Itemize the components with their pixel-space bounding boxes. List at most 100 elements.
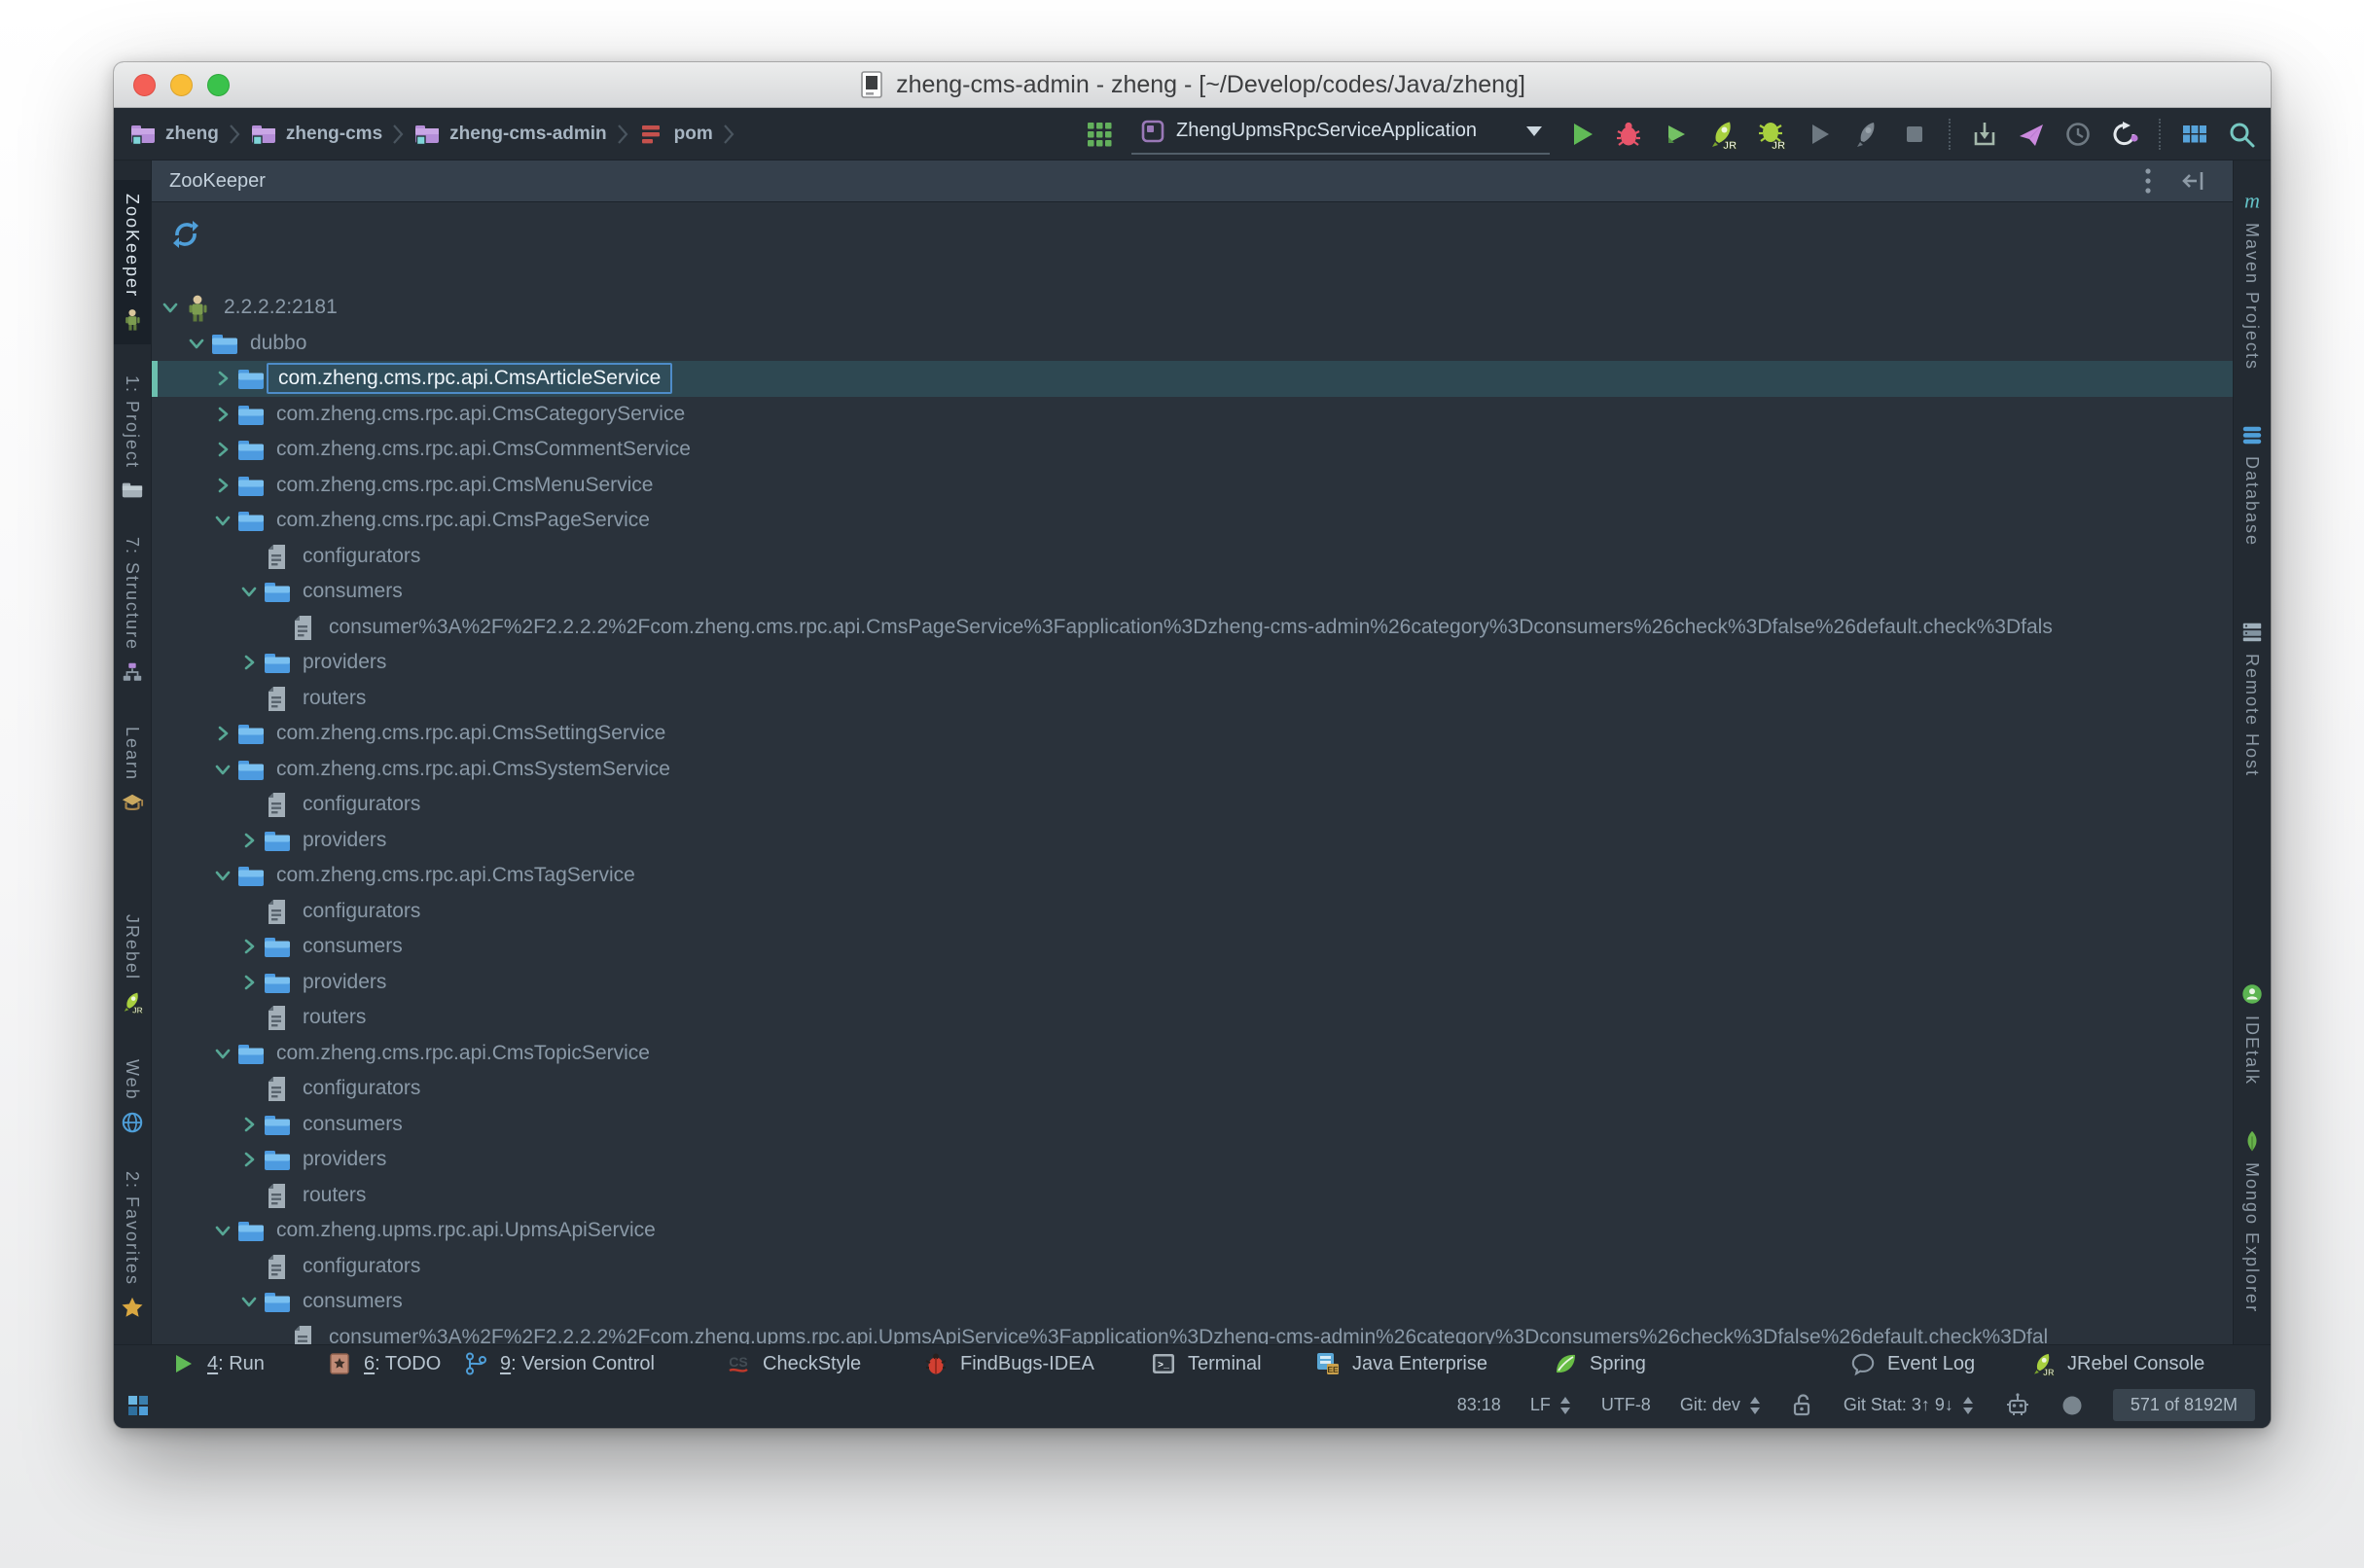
tree-row[interactable]: com.zheng.cms.rpc.api.CmsPageService (152, 503, 2233, 539)
tree-row[interactable]: com.zheng.upms.rpc.api.UpmsApiService (152, 1213, 2233, 1249)
tree-row[interactable]: consumer%3A%2F%2F2.2.2.2%2Fcom.zheng.cms… (152, 610, 2233, 646)
toolwindow-button-event-log[interactable]: Event Log (1850, 1345, 1975, 1382)
toolwindow-button-label: Event Log (1887, 1353, 1975, 1375)
breadcrumb-label: zheng (165, 124, 219, 145)
zookeeper-panel: ZooKeeper 2.2.2.2:2181dubbocom.zheng.cms… (152, 160, 2233, 1344)
tree-row[interactable]: providers (152, 645, 2233, 681)
status-widget[interactable]: UTF-8 (1601, 1395, 1651, 1415)
more-icon[interactable] (2143, 166, 2153, 196)
window-switcher-icon[interactable] (125, 1382, 151, 1428)
tree-row[interactable]: com.zheng.cms.rpc.api.CmsCategoryService (152, 397, 2233, 433)
tree-row-label: consumer%3A%2F%2F2.2.2.2%2Fcom.zheng.cms… (329, 616, 2053, 639)
unlock-icon[interactable] (1791, 1393, 1814, 1418)
run-jrebel-icon[interactable] (1661, 120, 1690, 149)
stripe-button-web[interactable]: Web (114, 1059, 151, 1134)
tree-row[interactable]: 2.2.2.2:2181 (152, 290, 2233, 326)
tree-row[interactable]: com.zheng.cms.rpc.api.CmsCommentService (152, 432, 2233, 468)
hide-panel-icon[interactable] (2180, 167, 2207, 195)
tree-row[interactable]: consumers (152, 929, 2233, 965)
status-widget[interactable]: Git: dev (1680, 1395, 1762, 1416)
tree-row[interactable]: configurators (152, 539, 2233, 575)
stripe-button-maven-projects[interactable]: mMaven Projects (2234, 190, 2271, 371)
breadcrumb-item-pom[interactable]: pom (638, 121, 713, 148)
grid-blue-icon[interactable] (2180, 120, 2209, 149)
tree-row[interactable]: providers (152, 965, 2233, 1001)
close-button[interactable] (133, 74, 156, 96)
tree-row[interactable]: configurators (152, 787, 2233, 823)
tree-row[interactable]: consumers (152, 1284, 2233, 1320)
deploy-icon[interactable] (2017, 120, 2046, 149)
refresh-icon[interactable] (169, 218, 202, 251)
chevron-down-icon (236, 582, 262, 601)
status-widget[interactable]: Git Stat: 3↑ 9↓ (1844, 1395, 1975, 1416)
plugin-grid-icon[interactable] (1085, 120, 1114, 149)
module-folder-icon (413, 121, 441, 148)
toolwindow-button-java-enterprise[interactable]: EEJava Enterprise (1315, 1345, 1487, 1382)
stripe-button-mongo-explorer[interactable]: Mongo Explorer (2234, 1129, 2271, 1313)
svg-text:JR: JR (132, 1006, 143, 1014)
folder-icon (235, 364, 265, 393)
stripe-button-zookeeper[interactable]: ZooKeeper (114, 180, 151, 344)
tree-row[interactable]: com.zheng.cms.rpc.api.CmsMenuService (152, 468, 2233, 504)
jrebel-debug-icon[interactable]: JR (1756, 119, 1787, 150)
stripe-label: 7: Structure (124, 537, 141, 651)
tree-row[interactable]: com.zheng.cms.rpc.api.CmsTopicService (152, 1036, 2233, 1072)
jrebel-rocket-icon[interactable]: JR (1707, 119, 1738, 150)
tree-row[interactable]: consumer%3A%2F%2F2.2.2.2%2Fcom.zheng.upm… (152, 1320, 2233, 1345)
breadcrumb-item-zheng[interactable]: zheng (129, 121, 219, 148)
tree-row[interactable]: consumers (152, 574, 2233, 610)
folder-icon (262, 968, 291, 997)
toolwindow-button-terminal[interactable]: >_Terminal (1151, 1345, 1262, 1382)
toolwindow-button-findbugs-idea[interactable]: FindBugs-IDEA (923, 1345, 1094, 1382)
stripe-button-remote-host[interactable]: Remote Host (2234, 621, 2271, 777)
hector-icon[interactable] (2004, 1392, 2031, 1419)
stripe-button-idetalk[interactable]: IDEtalk (2234, 982, 2271, 1086)
breadcrumb-item-zheng-cms-admin[interactable]: zheng-cms-admin (413, 121, 607, 148)
tree-row[interactable]: configurators (152, 894, 2233, 930)
tree-row[interactable]: dubbo (152, 326, 2233, 362)
run-icon[interactable] (1567, 120, 1596, 149)
stripe-button-1-project[interactable]: 1: Project (114, 375, 151, 502)
traffic-lights (133, 62, 230, 107)
stripe-button-learn[interactable]: Learn (114, 727, 151, 814)
toolwindow-button-9-version-control[interactable]: 9: Version Control (463, 1345, 655, 1382)
svg-text:JR: JR (1772, 140, 1785, 150)
tree-row[interactable]: providers (152, 1142, 2233, 1178)
debug-icon[interactable] (1614, 120, 1643, 149)
tree-row[interactable]: providers (152, 823, 2233, 859)
search-icon[interactable] (2227, 120, 2256, 149)
status-text: Git: dev (1680, 1395, 1740, 1415)
status-widget[interactable]: 83:18 (1457, 1395, 1501, 1415)
tree-row[interactable]: com.zheng.cms.rpc.api.CmsSystemService (152, 752, 2233, 788)
tree-row[interactable]: configurators (152, 1249, 2233, 1285)
run-configuration-select[interactable]: ZhengUpmsRpcServiceApplication (1131, 114, 1550, 155)
tree-row[interactable]: com.zheng.cms.rpc.api.CmsSettingService (152, 716, 2233, 752)
zoom-button[interactable] (207, 74, 230, 96)
toolwindow-button-spring[interactable]: Spring (1553, 1345, 1646, 1382)
stripe-button-2-favorites[interactable]: 2: Favorites (114, 1171, 151, 1319)
tree-row[interactable]: consumers (152, 1107, 2233, 1143)
toolwindow-button-jrebel-console[interactable]: JRJRebel Console (2030, 1345, 2204, 1382)
breadcrumb-item-zheng-cms[interactable]: zheng-cms (250, 121, 382, 148)
stripe-button-jrebel[interactable]: JRebelJR (114, 914, 151, 1014)
stripe-button-database[interactable]: Database (2234, 423, 2271, 547)
toolwindow-button-checkstyle[interactable]: CSCheckStyle (726, 1345, 861, 1382)
tree-row[interactable]: routers (152, 681, 2233, 717)
tree-row[interactable]: com.zheng.cms.rpc.api.CmsArticleService (152, 361, 2233, 397)
stripe-button-7-structure[interactable]: 7: Structure (114, 537, 151, 684)
tree-row[interactable]: configurators (152, 1071, 2233, 1107)
import-icon[interactable] (1970, 120, 1999, 149)
tree-row[interactable]: routers (152, 1000, 2233, 1036)
tree-row[interactable]: com.zheng.cms.rpc.api.CmsTagService (152, 858, 2233, 894)
right-tool-stripe: mMaven Projects Database Remote Host IDEtal… (2233, 160, 2271, 1344)
toolwindow-button-4-run[interactable]: 4: Run (170, 1345, 265, 1382)
status-widget[interactable]: 571 of 8192M (2113, 1389, 2255, 1421)
minimize-button[interactable] (170, 74, 193, 96)
indicator-dot-icon[interactable] (2060, 1394, 2084, 1417)
restart-icon[interactable] (2110, 120, 2139, 149)
attach-disabled-icon (1851, 119, 1882, 150)
toolwindow-button-6-todo[interactable]: 6: TODO (327, 1345, 441, 1382)
status-widget[interactable]: LF (1530, 1395, 1572, 1416)
tree-row[interactable]: routers (152, 1178, 2233, 1214)
zookeeper-tree: 2.2.2.2:2181dubbocom.zheng.cms.rpc.api.C… (152, 290, 2233, 1344)
